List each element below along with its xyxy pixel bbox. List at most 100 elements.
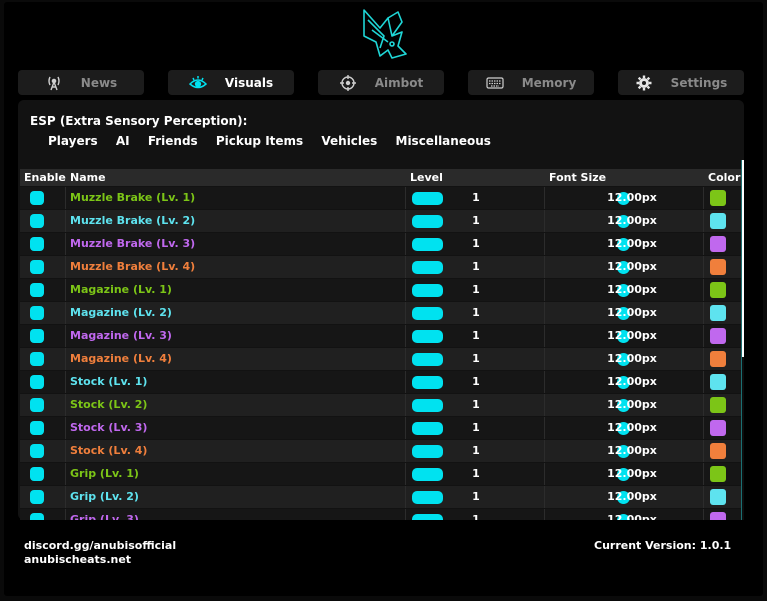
item-name: Muzzle Brake (Lv. 3) <box>70 237 196 250</box>
tab-memory[interactable]: Memory <box>468 70 594 95</box>
subtab-ai[interactable]: AI <box>116 134 130 148</box>
color-swatch[interactable] <box>710 374 726 390</box>
level-value: 1 <box>472 237 480 250</box>
column-divider <box>65 279 66 301</box>
discord-link[interactable]: discord.gg/anubisofficial <box>24 539 176 553</box>
tab-news[interactable]: News <box>18 70 144 95</box>
color-swatch[interactable] <box>710 443 726 459</box>
level-slider[interactable] <box>412 238 443 251</box>
item-name: Magazine (Lv. 3) <box>70 329 172 342</box>
tab-aimbot[interactable]: Aimbot <box>318 70 444 95</box>
column-divider <box>703 256 704 278</box>
tab-visuals[interactable]: Visuals <box>168 70 294 95</box>
header-enable: Enable <box>24 171 66 184</box>
column-divider <box>65 233 66 255</box>
color-swatch[interactable] <box>710 305 726 321</box>
tab-settings[interactable]: Settings <box>618 70 744 95</box>
column-divider <box>65 440 66 462</box>
column-divider <box>703 233 704 255</box>
enable-checkbox[interactable] <box>30 329 44 343</box>
color-swatch[interactable] <box>710 397 726 413</box>
header-color: Color <box>708 171 741 184</box>
header-name: Name <box>70 171 106 184</box>
font-size-value: 12.00px <box>607 490 657 503</box>
level-slider[interactable] <box>412 376 443 389</box>
color-swatch[interactable] <box>710 213 726 229</box>
color-swatch[interactable] <box>710 282 726 298</box>
column-divider <box>544 440 545 462</box>
column-divider <box>703 463 704 485</box>
level-value: 1 <box>472 191 480 204</box>
column-divider <box>65 187 66 209</box>
level-slider[interactable] <box>412 468 443 481</box>
tab-label: News <box>80 75 118 90</box>
font-size-value: 12.00px <box>607 444 657 457</box>
color-swatch[interactable] <box>710 489 726 505</box>
column-divider <box>544 233 545 255</box>
enable-checkbox[interactable] <box>30 467 44 481</box>
table-row: Magazine (Lv. 1) 1 12.00px <box>20 279 742 301</box>
enable-checkbox[interactable] <box>30 260 44 274</box>
subtab-miscellaneous[interactable]: Miscellaneous <box>396 134 491 148</box>
color-swatch[interactable] <box>710 420 726 436</box>
tab-label: Visuals <box>224 75 274 90</box>
enable-checkbox[interactable] <box>30 191 44 205</box>
column-divider <box>65 256 66 278</box>
keyboard-icon <box>486 75 504 91</box>
level-slider[interactable] <box>412 192 443 205</box>
enable-checkbox[interactable] <box>30 352 44 366</box>
color-swatch[interactable] <box>710 328 726 344</box>
enable-checkbox[interactable] <box>30 421 44 435</box>
font-size-value: 12.00px <box>607 237 657 250</box>
subtab-pickup-items[interactable]: Pickup Items <box>216 134 303 148</box>
level-slider[interactable] <box>412 514 443 520</box>
level-slider[interactable] <box>412 422 443 435</box>
level-slider[interactable] <box>412 445 443 458</box>
level-slider[interactable] <box>412 261 443 274</box>
level-slider[interactable] <box>412 215 443 228</box>
level-slider[interactable] <box>412 491 443 504</box>
level-value: 1 <box>472 214 480 227</box>
color-swatch[interactable] <box>710 190 726 206</box>
enable-checkbox[interactable] <box>30 237 44 251</box>
subtab-friends[interactable]: Friends <box>148 134 198 148</box>
table-row: Stock (Lv. 3) 1 12.00px <box>20 417 742 439</box>
column-divider <box>544 187 545 209</box>
enable-checkbox[interactable] <box>30 490 44 504</box>
level-slider[interactable] <box>412 330 443 343</box>
enable-checkbox[interactable] <box>30 306 44 320</box>
column-divider <box>405 256 406 278</box>
color-swatch[interactable] <box>710 351 726 367</box>
enable-checkbox[interactable] <box>30 398 44 412</box>
column-divider <box>405 463 406 485</box>
level-slider[interactable] <box>412 307 443 320</box>
column-divider <box>405 417 406 439</box>
level-slider[interactable] <box>412 399 443 412</box>
column-divider <box>703 187 704 209</box>
antenna-icon <box>45 75 63 91</box>
enable-checkbox[interactable] <box>30 283 44 297</box>
enable-checkbox[interactable] <box>30 444 44 458</box>
enable-checkbox[interactable] <box>30 375 44 389</box>
column-divider <box>544 325 545 347</box>
column-divider <box>405 440 406 462</box>
column-divider <box>544 486 545 508</box>
column-divider <box>65 417 66 439</box>
color-swatch[interactable] <box>710 466 726 482</box>
color-swatch[interactable] <box>710 512 726 520</box>
header-level: Level <box>410 171 443 184</box>
subtab-players[interactable]: Players <box>48 134 98 148</box>
font-size-value: 12.00px <box>607 260 657 273</box>
color-swatch[interactable] <box>710 236 726 252</box>
color-swatch[interactable] <box>710 259 726 275</box>
subtab-vehicles[interactable]: Vehicles <box>321 134 377 148</box>
anubis-logo <box>358 6 410 64</box>
item-name: Stock (Lv. 3) <box>70 421 148 434</box>
enable-checkbox[interactable] <box>30 513 44 520</box>
level-slider[interactable] <box>412 353 443 366</box>
column-divider <box>544 417 545 439</box>
level-slider[interactable] <box>412 284 443 297</box>
column-divider <box>703 210 704 232</box>
enable-checkbox[interactable] <box>30 214 44 228</box>
website-link[interactable]: anubischeats.net <box>24 553 176 567</box>
